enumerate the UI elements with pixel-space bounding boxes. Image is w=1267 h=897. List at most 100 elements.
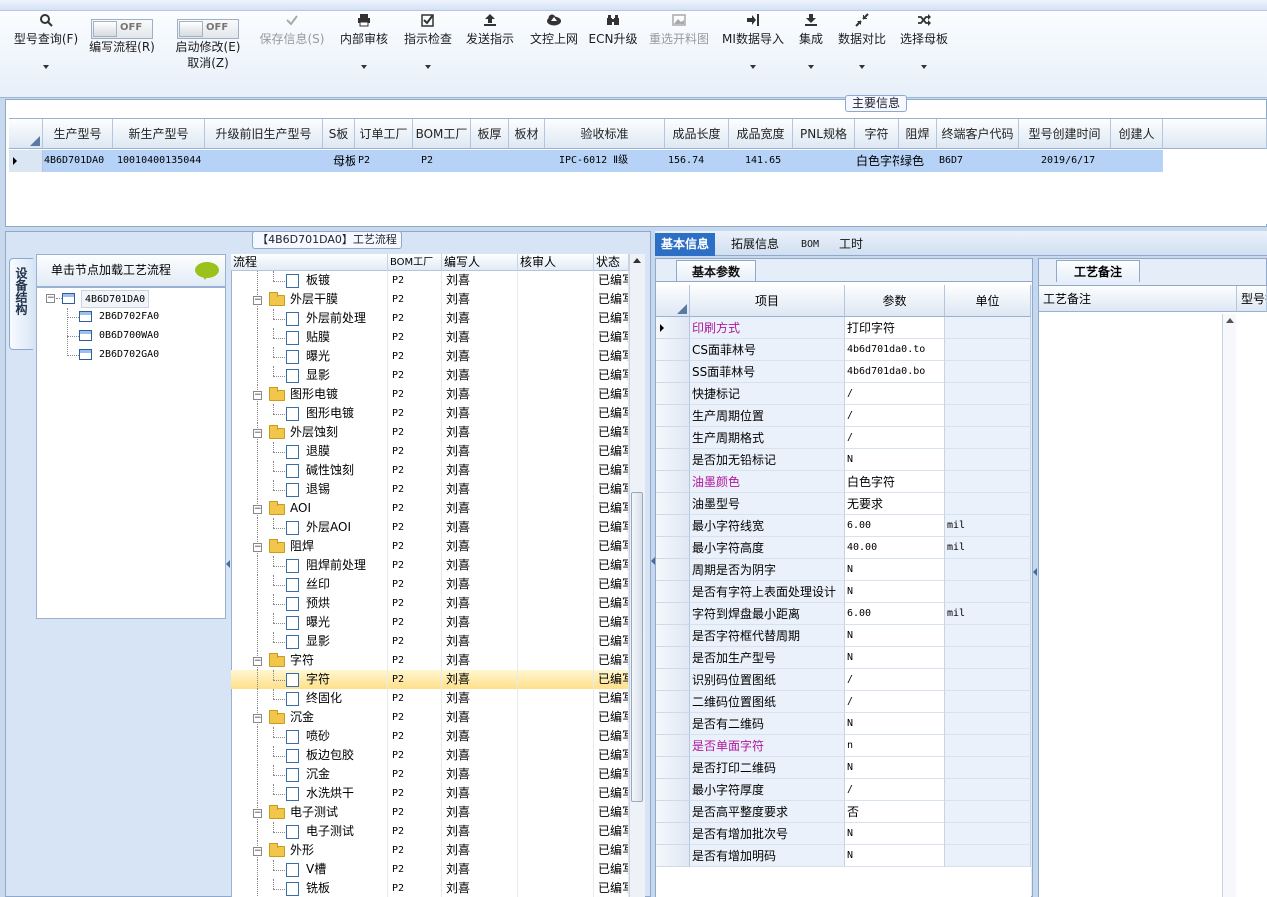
param-row[interactable]: 是否加无铅标记 N bbox=[656, 449, 1031, 471]
reselect-cut-button[interactable]: 重选开料图 bbox=[646, 11, 712, 47]
flow-group-row[interactable]: − 字符 P2刘喜 已编写 bbox=[231, 651, 629, 670]
side-tab-structure[interactable]: 设备结构 bbox=[9, 258, 33, 350]
param-value[interactable]: 白色字符 bbox=[845, 471, 945, 493]
collapse-icon[interactable]: − bbox=[253, 391, 262, 400]
row-selector[interactable] bbox=[656, 493, 690, 515]
flow-step-row[interactable]: 喷砂 P2刘喜 已编写 bbox=[231, 727, 629, 746]
flow-step-row[interactable]: 贴膜 P2刘喜 已编写 bbox=[231, 328, 629, 347]
collapse-icon[interactable]: − bbox=[46, 294, 55, 303]
param-row[interactable]: 快捷标记 / bbox=[656, 383, 1031, 405]
col-header[interactable]: 成品长度 bbox=[665, 119, 729, 149]
param-row[interactable]: 是否打印二维码 N bbox=[656, 757, 1031, 779]
param-row[interactable]: 识别码位置图纸 / bbox=[656, 669, 1031, 691]
chevron-down-icon[interactable] bbox=[43, 65, 49, 69]
flow-col-header[interactable]: 流程 bbox=[231, 254, 388, 271]
edit-flow-toggle[interactable]: OFF bbox=[91, 19, 153, 39]
flow-step-row[interactable]: 水洗烘干 P2刘喜 已编写 bbox=[231, 784, 629, 803]
param-row[interactable]: 生产周期位置 / bbox=[656, 405, 1031, 427]
flow-step-row[interactable]: 显影 P2刘喜 已编写 bbox=[231, 632, 629, 651]
row-selector[interactable] bbox=[656, 713, 690, 735]
col-header[interactable]: 创建人 bbox=[1111, 119, 1163, 149]
col-header[interactable]: S板 bbox=[323, 119, 355, 149]
collapse-icon[interactable]: − bbox=[253, 296, 262, 305]
instruction-check-button[interactable]: 指示检查 bbox=[400, 11, 456, 69]
flow-step-row[interactable]: 字符 P2刘喜 已编写 bbox=[231, 670, 629, 689]
param-value[interactable]: 40.00 bbox=[845, 537, 945, 559]
col-model[interactable]: 型号行 bbox=[1237, 286, 1267, 312]
param-row[interactable]: 最小字符线宽 6.00 mil bbox=[656, 515, 1031, 537]
param-value[interactable]: N bbox=[845, 581, 945, 603]
row-selector[interactable] bbox=[656, 647, 690, 669]
chevron-down-icon[interactable] bbox=[425, 65, 431, 69]
param-value[interactable]: 否 bbox=[845, 801, 945, 823]
cell-created[interactable]: 2019/6/17 bbox=[1019, 150, 1111, 172]
row-selector[interactable] bbox=[656, 625, 690, 647]
row-selector[interactable] bbox=[656, 317, 690, 339]
param-row[interactable]: 最小字符高度 40.00 mil bbox=[656, 537, 1031, 559]
row-selector[interactable] bbox=[656, 449, 690, 471]
param-row[interactable]: 生产周期格式 / bbox=[656, 427, 1031, 449]
param-value[interactable]: N bbox=[845, 845, 945, 867]
flow-step-row[interactable]: 曝光 P2刘喜 已编写 bbox=[231, 613, 629, 632]
flow-group-row[interactable]: − 外层蚀刻 P2刘喜 已编写 bbox=[231, 423, 629, 442]
cell-material[interactable] bbox=[509, 150, 545, 172]
cell-old-model[interactable] bbox=[205, 150, 323, 172]
doc-upload-button[interactable]: 文控上网 bbox=[526, 11, 582, 47]
collapse-tree-icon[interactable] bbox=[226, 560, 230, 568]
param-row[interactable]: 油墨型号 无要求 bbox=[656, 493, 1031, 515]
flow-step-row[interactable]: 阻焊前处理 P2刘喜 已编写 bbox=[231, 556, 629, 575]
tree-root-node[interactable]: 4B6D701DA0 bbox=[81, 290, 150, 308]
col-notes[interactable]: 工艺备注 bbox=[1039, 286, 1237, 312]
cell-customer[interactable]: B6D7 bbox=[937, 150, 1019, 172]
send-instruction-button[interactable]: 发送指示 bbox=[462, 11, 518, 47]
row-selector[interactable] bbox=[656, 691, 690, 713]
collapse-icon[interactable]: − bbox=[253, 657, 262, 666]
param-value[interactable]: n bbox=[845, 735, 945, 757]
col-header[interactable]: 板材 bbox=[509, 119, 545, 149]
params-corner[interactable] bbox=[656, 285, 690, 317]
scroll-up-icon[interactable] bbox=[1226, 318, 1234, 323]
flow-step-row[interactable]: 电子测试 P2刘喜 已编写 bbox=[231, 822, 629, 841]
cancel-button[interactable]: 取消(Z) bbox=[170, 55, 246, 71]
flow-step-row[interactable]: 外层前处理 P2刘喜 已编写 bbox=[231, 309, 629, 328]
flow-step-row[interactable]: 板镀 P2刘喜 已编写 bbox=[231, 271, 629, 290]
param-value[interactable]: 4b6d701da0.to bbox=[845, 339, 945, 361]
param-value[interactable]: N bbox=[845, 713, 945, 735]
flow-group-row[interactable]: − AOI P2刘喜 已编写 bbox=[231, 499, 629, 518]
flow-step-row[interactable]: 沉金 P2刘喜 已编写 bbox=[231, 765, 629, 784]
col-header[interactable]: 新生产型号 bbox=[113, 119, 205, 149]
flow-step-row[interactable]: 退膜 P2刘喜 已编写 bbox=[231, 442, 629, 461]
tree-child-node[interactable]: 2B6D702GA0 bbox=[99, 346, 159, 364]
param-value[interactable]: N bbox=[845, 647, 945, 669]
collapse-icon[interactable]: − bbox=[253, 847, 262, 856]
row-selector[interactable] bbox=[656, 537, 690, 559]
param-row[interactable]: 是否单面字符 n bbox=[656, 735, 1031, 757]
flow-step-row[interactable]: 退锡 P2刘喜 已编写 bbox=[231, 480, 629, 499]
col-header[interactable]: 成品宽度 bbox=[729, 119, 793, 149]
param-row[interactable]: CS面菲林号 4b6d701da0.to bbox=[656, 339, 1031, 361]
col-header[interactable]: 订单工厂 bbox=[355, 119, 413, 149]
chevron-down-icon[interactable] bbox=[750, 65, 756, 69]
notes-tab[interactable]: 工艺备注 bbox=[1056, 260, 1140, 282]
row-selector[interactable] bbox=[656, 515, 690, 537]
col-header[interactable]: 字符 bbox=[855, 119, 899, 149]
notes-scrollbar[interactable] bbox=[1222, 314, 1236, 897]
row-selector[interactable] bbox=[656, 603, 690, 625]
row-selector[interactable] bbox=[656, 669, 690, 691]
param-value[interactable]: / bbox=[845, 405, 945, 427]
param-row[interactable]: 周期是否为阴字 N bbox=[656, 559, 1031, 581]
param-value[interactable]: N bbox=[845, 625, 945, 647]
query-button[interactable]: 型号查询(F) bbox=[10, 11, 82, 69]
param-value[interactable]: N bbox=[845, 823, 945, 845]
flow-scroll-thumb[interactable] bbox=[631, 492, 643, 802]
col-header[interactable]: 终端客户代码 bbox=[937, 119, 1019, 149]
col-header[interactable]: 阻焊 bbox=[899, 119, 937, 149]
flow-step-row[interactable]: 预烘 P2刘喜 已编写 bbox=[231, 594, 629, 613]
collapse-icon[interactable]: − bbox=[253, 809, 262, 818]
flow-group-row[interactable]: − 阻焊 P2刘喜 已编写 bbox=[231, 537, 629, 556]
select-master-button[interactable]: 选择母板 bbox=[896, 11, 952, 69]
collapse-icon[interactable]: − bbox=[253, 429, 262, 438]
chevron-down-icon[interactable] bbox=[808, 65, 814, 69]
basic-params-tab[interactable]: 基本参数 bbox=[676, 260, 756, 282]
save-info-button[interactable]: 保存信息(S) bbox=[256, 11, 328, 47]
